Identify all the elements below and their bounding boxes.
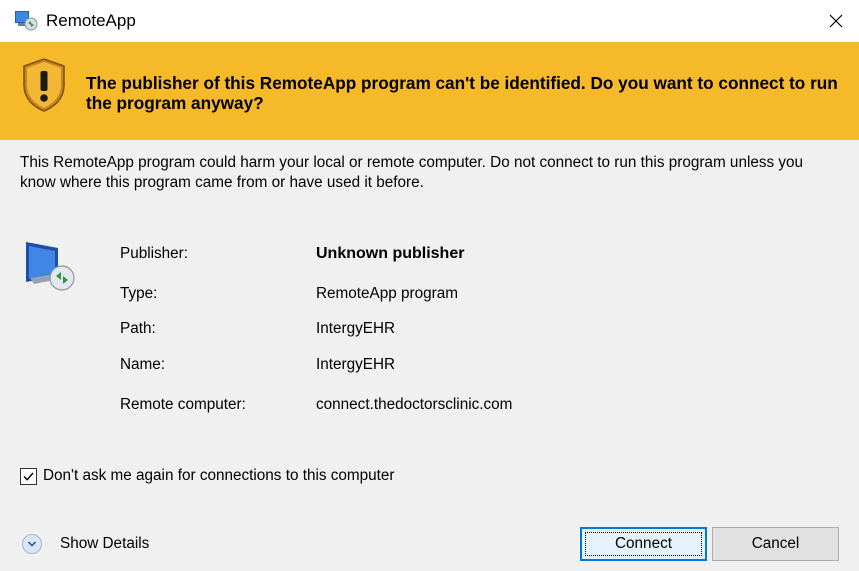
- remoteapp-icon: [15, 11, 38, 31]
- path-value: IntergyEHR: [316, 320, 396, 337]
- chevron-down-icon[interactable]: [22, 534, 42, 554]
- name-value: IntergyEHR: [316, 356, 396, 373]
- window-title: RemoteApp: [46, 11, 136, 30]
- remote-computer-label: Remote computer:: [120, 396, 246, 413]
- cancel-button[interactable]: Cancel: [712, 527, 839, 561]
- connect-button[interactable]: Connect: [580, 527, 707, 561]
- remote-computer-value: connect.thedoctorsclinic.com: [316, 396, 513, 413]
- focus-rectangle: [585, 532, 702, 556]
- dont-ask-checkbox[interactable]: [20, 467, 37, 485]
- warning-text: This RemoteApp program could harm your l…: [20, 154, 804, 191]
- name-label: Name:: [120, 356, 166, 373]
- publisher-label: Publisher:: [120, 245, 189, 262]
- show-details-label[interactable]: Show Details: [60, 535, 149, 553]
- close-button[interactable]: [813, 0, 859, 42]
- title-bar: RemoteApp: [0, 0, 859, 42]
- close-icon: [829, 14, 843, 28]
- type-label: Type:: [120, 285, 158, 302]
- remote-computer-icon: [26, 242, 75, 291]
- type-value: RemoteApp program: [316, 285, 458, 302]
- dialog-content: This RemoteApp program could harm your l…: [0, 140, 859, 571]
- path-label: Path:: [120, 320, 156, 337]
- warning-shield-icon: [23, 58, 65, 112]
- cancel-button-label: Cancel: [751, 535, 800, 552]
- warning-banner: The publisher of this RemoteApp program …: [0, 42, 859, 140]
- show-details-toggle[interactable]: Show Details: [22, 533, 149, 555]
- dont-ask-label[interactable]: Don't ask me again for connections to th…: [43, 467, 395, 485]
- dont-ask-row[interactable]: Don't ask me again for connections to th…: [20, 465, 395, 487]
- checkmark-icon: [23, 472, 34, 481]
- publisher-value: Unknown publisher: [316, 245, 465, 262]
- banner-message: The publisher of this RemoteApp program …: [86, 73, 838, 113]
